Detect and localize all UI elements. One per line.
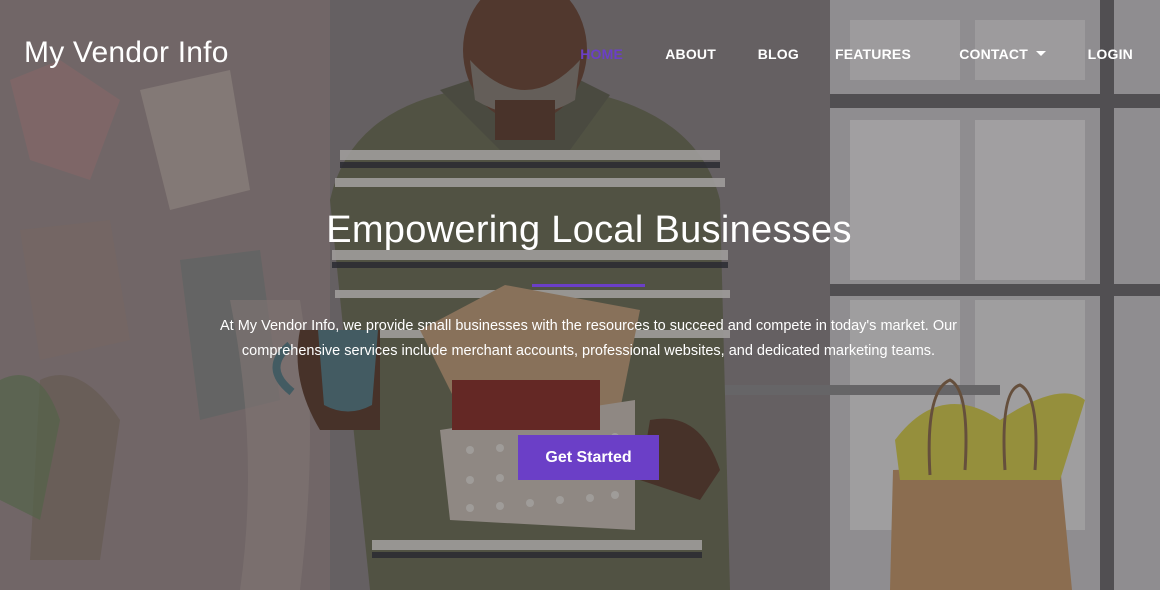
hero-description: At My Vendor Info, we provide small busi… [220, 318, 957, 359]
hero-title: Empowering Local Businesses [326, 209, 852, 251]
hero-section: Empowering Local Businesses At My Vendor… [0, 0, 1160, 590]
title-divider [532, 284, 645, 287]
get-started-button[interactable]: Get Started [518, 435, 659, 480]
